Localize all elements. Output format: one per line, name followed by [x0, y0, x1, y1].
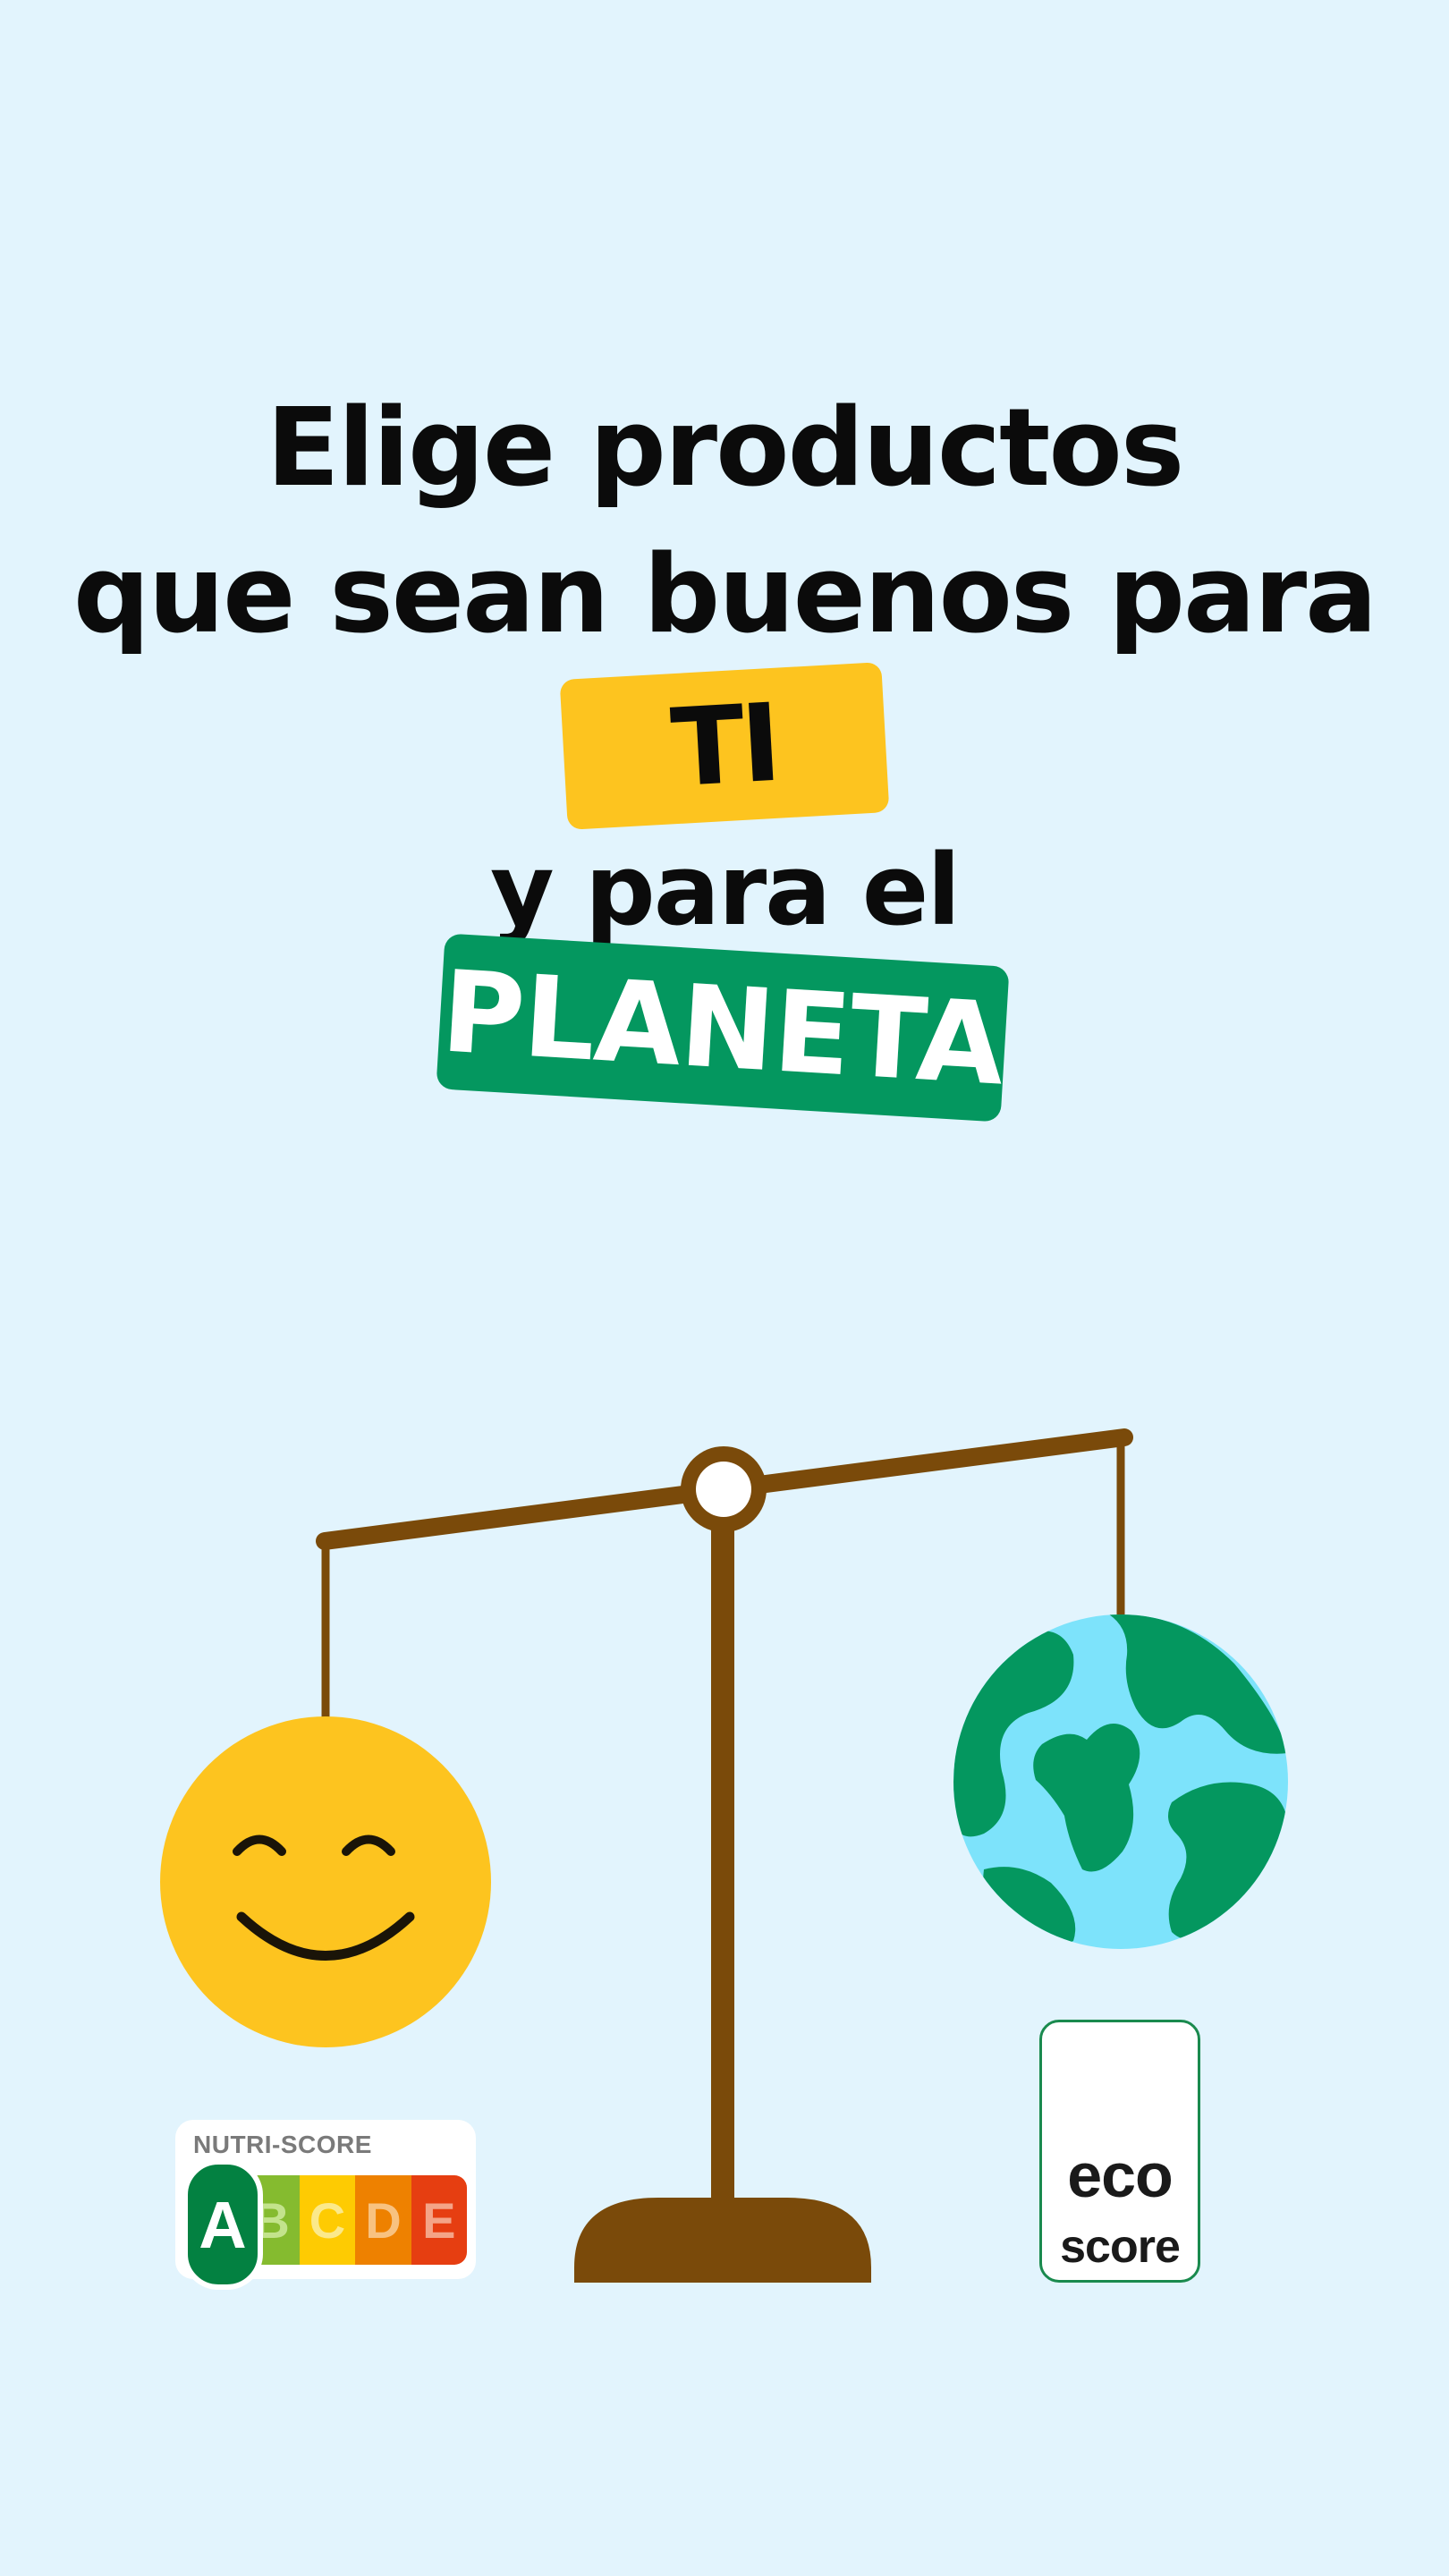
- nutri-grade-c: C: [299, 2175, 356, 2265]
- nutri-score-title: NUTRI-SCORE: [193, 2131, 372, 2158]
- nutri-grade-d: D: [355, 2175, 411, 2265]
- eco-score-word-score: score: [1060, 2221, 1181, 2273]
- eco-score-grade: A: [1106, 2058, 1145, 2118]
- nutri-grade-e: E: [411, 2175, 468, 2265]
- smiley-face-icon: [160, 1716, 491, 2047]
- earth-globe-icon: [953, 1614, 1288, 1949]
- nutri-grade-a-selected: A: [182, 2159, 263, 2290]
- eco-score-word-eco: eco: [1067, 2140, 1174, 2210]
